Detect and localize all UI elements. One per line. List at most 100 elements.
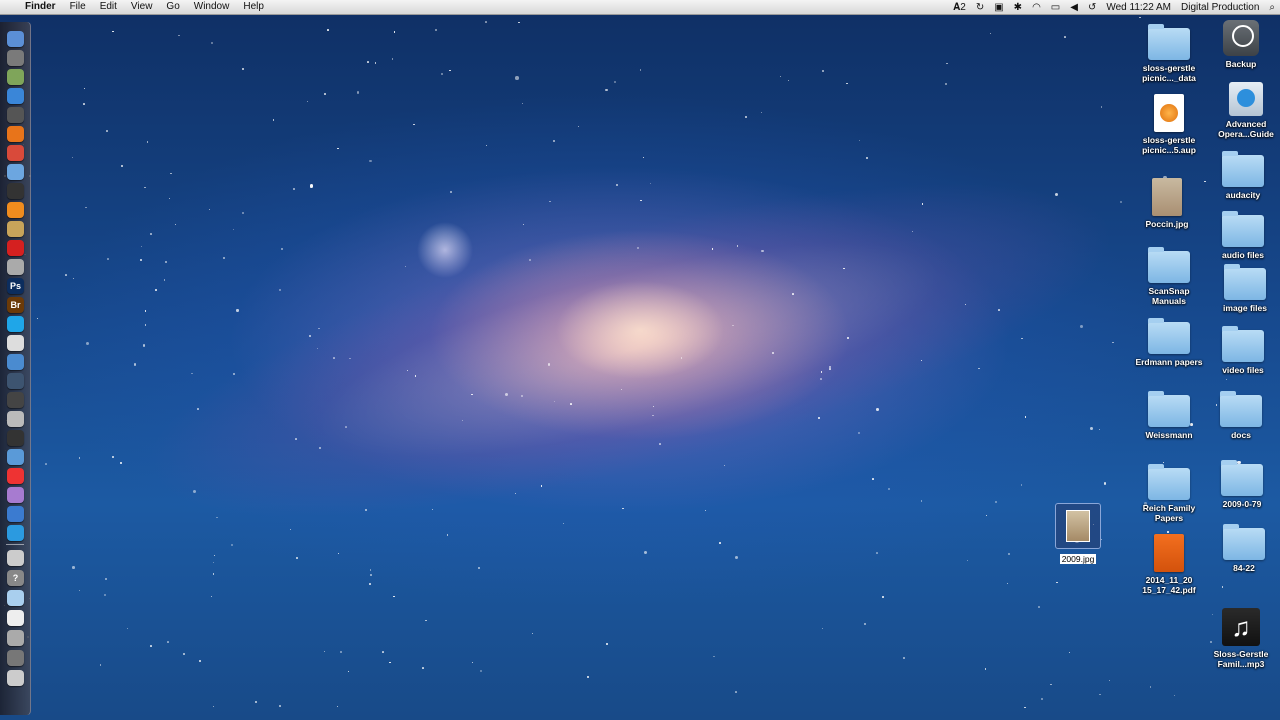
star (820, 371, 822, 373)
star (640, 199, 642, 202)
star (295, 438, 297, 440)
desktop-folder-2009-0-79[interactable]: 2009-0-79 (1206, 460, 1278, 509)
star (106, 258, 109, 261)
folder-icon (1222, 211, 1264, 247)
menu-view[interactable]: View (124, 0, 160, 14)
desktop-folder-reich[interactable]: Reich Family Papers (1133, 464, 1205, 523)
trash-icon[interactable] (7, 670, 24, 686)
stamp-icon[interactable] (7, 335, 24, 351)
desktop-folder-weissmann[interactable]: Weissmann (1133, 391, 1205, 440)
firefox-icon[interactable] (7, 126, 24, 142)
star (347, 670, 349, 673)
desktop-file-2009-jpg-selected[interactable]: 2009.jpg (1042, 503, 1114, 567)
audio-icon[interactable] (7, 411, 24, 427)
bridge-icon[interactable]: Br (7, 297, 24, 313)
imovie-icon[interactable] (7, 183, 24, 199)
menu-go[interactable]: Go (159, 0, 186, 14)
safari-alt-icon[interactable] (7, 525, 24, 541)
fetch-icon[interactable] (7, 259, 24, 275)
downloads-icon[interactable] (7, 630, 24, 646)
acrobat-icon[interactable] (7, 240, 24, 256)
rename-field[interactable]: 2009.jpg (1059, 554, 1097, 564)
photos-icon[interactable] (7, 221, 24, 237)
star (821, 627, 824, 630)
star (485, 21, 487, 23)
desktop-folder-video-files[interactable]: video files (1207, 326, 1279, 375)
skype-icon[interactable] (7, 316, 24, 332)
galaxy-wallpaper-art (115, 112, 1145, 588)
desktop-folder-audio-files[interactable]: audio files (1207, 211, 1279, 260)
cabinet-icon[interactable] (7, 650, 24, 666)
star (406, 369, 408, 371)
scansnap-icon[interactable]: ▣ (989, 2, 1008, 13)
menu-edit[interactable]: Edit (93, 0, 124, 14)
menu-file[interactable]: File (63, 0, 93, 14)
audacity-doc-icon (1154, 94, 1184, 132)
desktop-file-sloss-aup[interactable]: sloss-gerstle picnic...5.aup (1133, 94, 1205, 155)
star (242, 67, 245, 70)
star (191, 372, 193, 375)
desktop-folder-sloss-data[interactable]: sloss-gerstle picnic..._data (1133, 24, 1205, 83)
itunes-icon[interactable] (7, 107, 24, 123)
desktop-folder-scansnap[interactable]: ScanSnap Manuals (1133, 247, 1205, 306)
desktop-file-sloss-mp3[interactable]: ♫ Sloss-Gerstle Famil...mp3 (1205, 608, 1277, 669)
timemachine-status-icon[interactable]: ↺ (1083, 2, 1101, 13)
spotlight-search-icon[interactable]: ⌕ (1264, 2, 1280, 13)
star (845, 82, 848, 85)
wifi-icon[interactable]: ◠ (1027, 2, 1046, 13)
chrome-icon[interactable] (7, 145, 24, 161)
star (888, 487, 891, 490)
star (167, 641, 169, 643)
sync-icon[interactable]: ↻ (971, 2, 989, 13)
star (412, 123, 415, 126)
dashboard-icon[interactable] (7, 50, 24, 66)
star (515, 76, 519, 80)
menu-help[interactable]: Help (236, 0, 271, 14)
star (521, 102, 524, 104)
help-icon[interactable]: ? (7, 570, 24, 586)
timemachine-icon[interactable] (7, 373, 24, 389)
desktop-file-pdf[interactable]: 2014_11_20 15_17_42.pdf (1133, 534, 1205, 595)
finder-icon[interactable] (7, 31, 24, 47)
volume-icon[interactable]: ◀ (1065, 2, 1083, 13)
star (828, 368, 831, 370)
instrument-icon[interactable] (7, 487, 24, 503)
mail-icon[interactable] (7, 164, 24, 180)
desktop-folder-audacity[interactable]: audacity (1207, 151, 1279, 200)
vlc-icon[interactable] (7, 202, 24, 218)
user-menu[interactable]: Digital Production (1176, 2, 1264, 13)
app-menu-finder[interactable]: Finder (18, 0, 63, 14)
folder-icon[interactable] (7, 590, 24, 606)
desktop-drive-backup[interactable]: Backup (1205, 20, 1277, 69)
star (440, 73, 443, 76)
desktop-file-advanced-guide[interactable]: Advanced Opera...Guide (1210, 82, 1280, 139)
star (761, 249, 764, 252)
photoshop-icon[interactable]: Ps (7, 278, 24, 294)
network-icon[interactable] (7, 449, 24, 465)
desktop-folder-docs[interactable]: docs (1205, 391, 1277, 440)
adobe-status-icon[interactable]: 𝐀2 (948, 2, 971, 13)
bluetooth-icon[interactable]: ✱ (1009, 2, 1027, 13)
star (213, 561, 215, 564)
star (85, 341, 90, 346)
desktop-file-poccin-jpg[interactable]: Poccin.jpg (1131, 178, 1203, 229)
star (279, 289, 281, 291)
desktop-folder-image-files[interactable]: image files (1209, 264, 1280, 313)
photobooth-icon[interactable] (7, 392, 24, 408)
desktop-folder-erdmann[interactable]: Erdmann papers (1133, 318, 1205, 367)
facetime-icon[interactable] (7, 430, 24, 446)
star (531, 632, 534, 634)
safari-icon[interactable] (7, 88, 24, 104)
screensnap-icon[interactable] (7, 354, 24, 370)
display-icon[interactable]: ▭ (1046, 2, 1065, 13)
doc-stack-icon[interactable] (7, 610, 24, 626)
desktop-folder-84-22[interactable]: 84-22 (1208, 524, 1280, 573)
globe-icon[interactable] (7, 506, 24, 522)
star (212, 705, 215, 708)
menu-window[interactable]: Window (187, 0, 237, 14)
image-thumbnail-icon (1152, 178, 1182, 216)
install-icon[interactable] (7, 550, 24, 566)
preview-icon[interactable] (7, 69, 24, 85)
clock[interactable]: Wed 11:22 AM (1101, 2, 1176, 13)
pdf-icon[interactable] (7, 468, 24, 484)
